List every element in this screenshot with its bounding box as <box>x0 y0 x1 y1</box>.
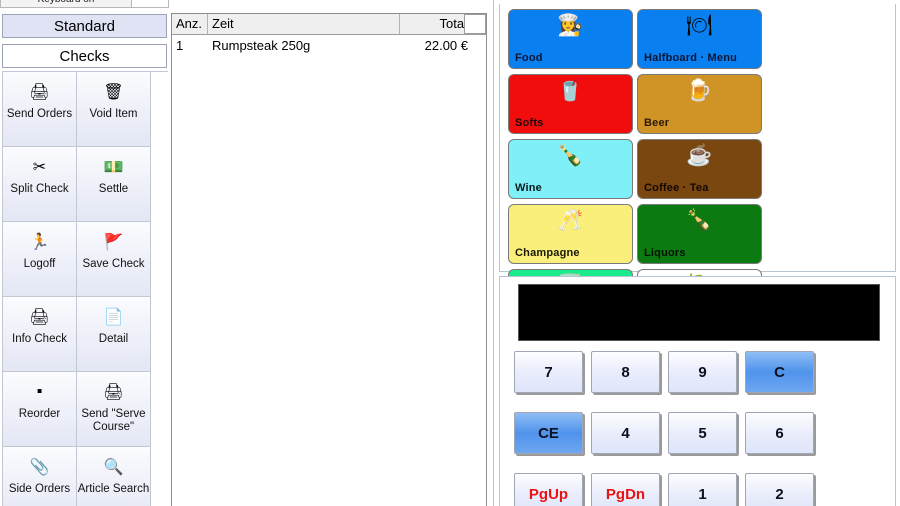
category-button-label: Food <box>515 52 543 64</box>
category-button-label: Coffee · Tea <box>644 182 709 194</box>
panel-divider <box>493 0 494 506</box>
numpad-key-1[interactable]: 1 <box>668 473 737 506</box>
numpad-display <box>518 284 880 341</box>
left-sidebar: Keyboard on Standard Checks 🖨 Send Orders… <box>0 0 169 506</box>
order-list-header: Anz. Zeit Total <box>172 14 486 35</box>
function-button-label: Send "Serve Course" <box>81 408 146 433</box>
function-button-label: Article Search <box>77 483 150 495</box>
info-printer-icon: 🖨 <box>29 309 50 326</box>
function-button-label: Detail <box>98 333 129 345</box>
banknotes-icon: 💵 <box>103 159 124 176</box>
numpad-key-5[interactable]: 5 <box>668 412 737 454</box>
category-button-beer[interactable]: 🍺 Beer <box>637 74 762 134</box>
function-button-label: Send Orders <box>6 108 73 120</box>
function-button-article-search[interactable]: 🔍 Article Search <box>77 447 151 506</box>
numpad-key-4[interactable]: 4 <box>591 412 660 454</box>
wine-bottles-icon: 🍾 <box>557 144 584 167</box>
chef-hat-icon: 👩‍🍳 <box>557 14 584 37</box>
category-button-label: Halfboard · Menu <box>644 52 738 64</box>
pos-application-window: Keyboard on Standard Checks 🖨 Send Orders… <box>0 0 900 506</box>
numpad-panel: 789CCE456PgUpPgDn123Home <box>499 276 896 506</box>
liquor-bottle-icon: 🍾 <box>686 209 713 232</box>
keyboard-toggle-label: Keyboard on <box>1 0 131 8</box>
category-button-label: Beer <box>644 117 670 129</box>
plate-icon: 🍽 <box>686 14 713 37</box>
scissors-icon: ✂ <box>32 159 47 176</box>
function-button-settle[interactable]: 💵 Settle <box>77 147 151 222</box>
tab-standard[interactable]: Standard <box>2 14 167 38</box>
function-button-label: Settle <box>98 183 129 195</box>
category-panel: 👩‍🍳 Food 🍽 Halfboard · Menu 🥤 Softs 🍺 Beer 🍾 Wine… <box>499 4 896 329</box>
keyboard-toggle-field[interactable] <box>131 0 168 7</box>
function-button-send-serve-course[interactable]: 🖨 Send "Serve Course" <box>77 372 151 447</box>
function-button-info-check[interactable]: 🖨 Info Check <box>3 297 77 372</box>
function-button-grid: 🖨 Send Orders 🗑 Void Item ✂ Split Check 💵 Settl… <box>2 71 168 506</box>
order-cell-zeit: Rumpsteak 250g <box>212 38 311 53</box>
numpad-key-c[interactable]: C <box>745 351 814 393</box>
category-button-champagne[interactable]: 🥂 Champagne <box>508 204 633 264</box>
tab-standard-label: Standard <box>54 17 115 35</box>
numpad-key-grid: 789CCE456PgUpPgDn123Home <box>514 351 886 506</box>
column-header-total[interactable]: Total <box>400 14 472 34</box>
function-button-label: Reorder <box>18 408 61 420</box>
category-button-food[interactable]: 👩‍🍳 Food <box>508 9 633 69</box>
category-button-label: Softs <box>515 117 544 129</box>
numpad-key-6[interactable]: 6 <box>745 412 814 454</box>
numpad-key-7[interactable]: 7 <box>514 351 583 393</box>
order-cell-total: 22.00 € <box>424 38 468 53</box>
serve-printer-icon: 🖨 <box>103 384 124 401</box>
category-button-label: Liquors <box>644 247 686 259</box>
numpad-key-ce[interactable]: CE <box>514 412 583 454</box>
numpad-key-2[interactable]: 2 <box>745 473 814 506</box>
star-document-icon: 📄 <box>103 309 124 326</box>
function-button-send-orders[interactable]: 🖨 Send Orders <box>3 72 77 147</box>
numpad-key-8[interactable]: 8 <box>591 351 660 393</box>
function-button-label: Split Check <box>10 183 69 195</box>
function-button-split-check[interactable]: ✂ Split Check <box>3 147 77 222</box>
coffee-cup-icon: ☕ <box>686 144 713 167</box>
function-button-label: Info Check <box>12 333 67 345</box>
right-panel: 👩‍🍳 Food 🍽 Halfboard · Menu 🥤 Softs 🍺 Beer 🍾 Wine… <box>496 0 900 506</box>
function-button-label: Side Orders <box>8 483 71 495</box>
order-list-scroll-stub[interactable] <box>464 14 486 34</box>
category-button-label: Wine <box>515 182 542 194</box>
keyboard-toggle-strip[interactable]: Keyboard on <box>0 0 169 8</box>
category-button-coffee-tea[interactable]: ☕ Coffee · Tea <box>637 139 762 199</box>
order-cell-anz: 1 <box>176 38 184 53</box>
exit-running-icon: 🏃 <box>29 234 50 251</box>
function-button-save-check[interactable]: 🚩 Save Check <box>77 222 151 297</box>
numpad-key-9[interactable]: 9 <box>668 351 737 393</box>
tab-checks[interactable]: Checks <box>2 44 167 68</box>
function-button-void-item[interactable]: 🗑 Void Item <box>77 72 151 147</box>
function-button-label: Save Check <box>82 258 145 270</box>
printer-icon: 🖨 <box>29 84 50 101</box>
numpad-key-pgup[interactable]: PgUp <box>514 473 583 506</box>
category-button-liquors[interactable]: 🍾 Liquors <box>637 204 762 264</box>
function-button-side-orders[interactable]: 📎 Side Orders <box>3 447 77 506</box>
save-flag-icon: 🚩 <box>103 234 124 251</box>
key-up-icon: ▪ <box>36 383 43 400</box>
numpad-key-pgdn[interactable]: PgDn <box>591 473 660 506</box>
category-button-halfboard-menu[interactable]: 🍽 Halfboard · Menu <box>637 9 762 69</box>
column-header-anz[interactable]: Anz. <box>172 14 208 34</box>
order-list-panel: Anz. Zeit Total 1 Rumpsteak 250g 22.00 € <box>171 13 487 506</box>
function-button-reorder[interactable]: ▪ Reorder <box>3 372 77 447</box>
category-button-label: Champagne <box>515 247 580 259</box>
paperclip-icon: 📎 <box>29 459 50 476</box>
trash-can-icon: 🗑 <box>103 84 124 101</box>
champagne-flute-icon: 🥂 <box>557 209 584 232</box>
magnifier-icon: 🔍 <box>103 459 124 476</box>
function-button-logoff[interactable]: 🏃 Logoff <box>3 222 77 297</box>
beer-glass-icon: 🍺 <box>686 79 713 102</box>
category-button-softs[interactable]: 🥤 Softs <box>508 74 633 134</box>
table-row[interactable]: 1 Rumpsteak 250g 22.00 € <box>172 35 486 56</box>
function-button-label: Logoff <box>23 258 56 270</box>
tab-checks-label: Checks <box>59 47 110 65</box>
soda-glass-icon: 🥤 <box>557 79 584 102</box>
function-button-detail[interactable]: 📄 Detail <box>77 297 151 372</box>
category-button-wine[interactable]: 🍾 Wine <box>508 139 633 199</box>
function-button-label: Void Item <box>89 108 138 120</box>
order-list-body: 1 Rumpsteak 250g 22.00 € <box>172 35 486 56</box>
column-header-zeit[interactable]: Zeit <box>208 14 400 34</box>
